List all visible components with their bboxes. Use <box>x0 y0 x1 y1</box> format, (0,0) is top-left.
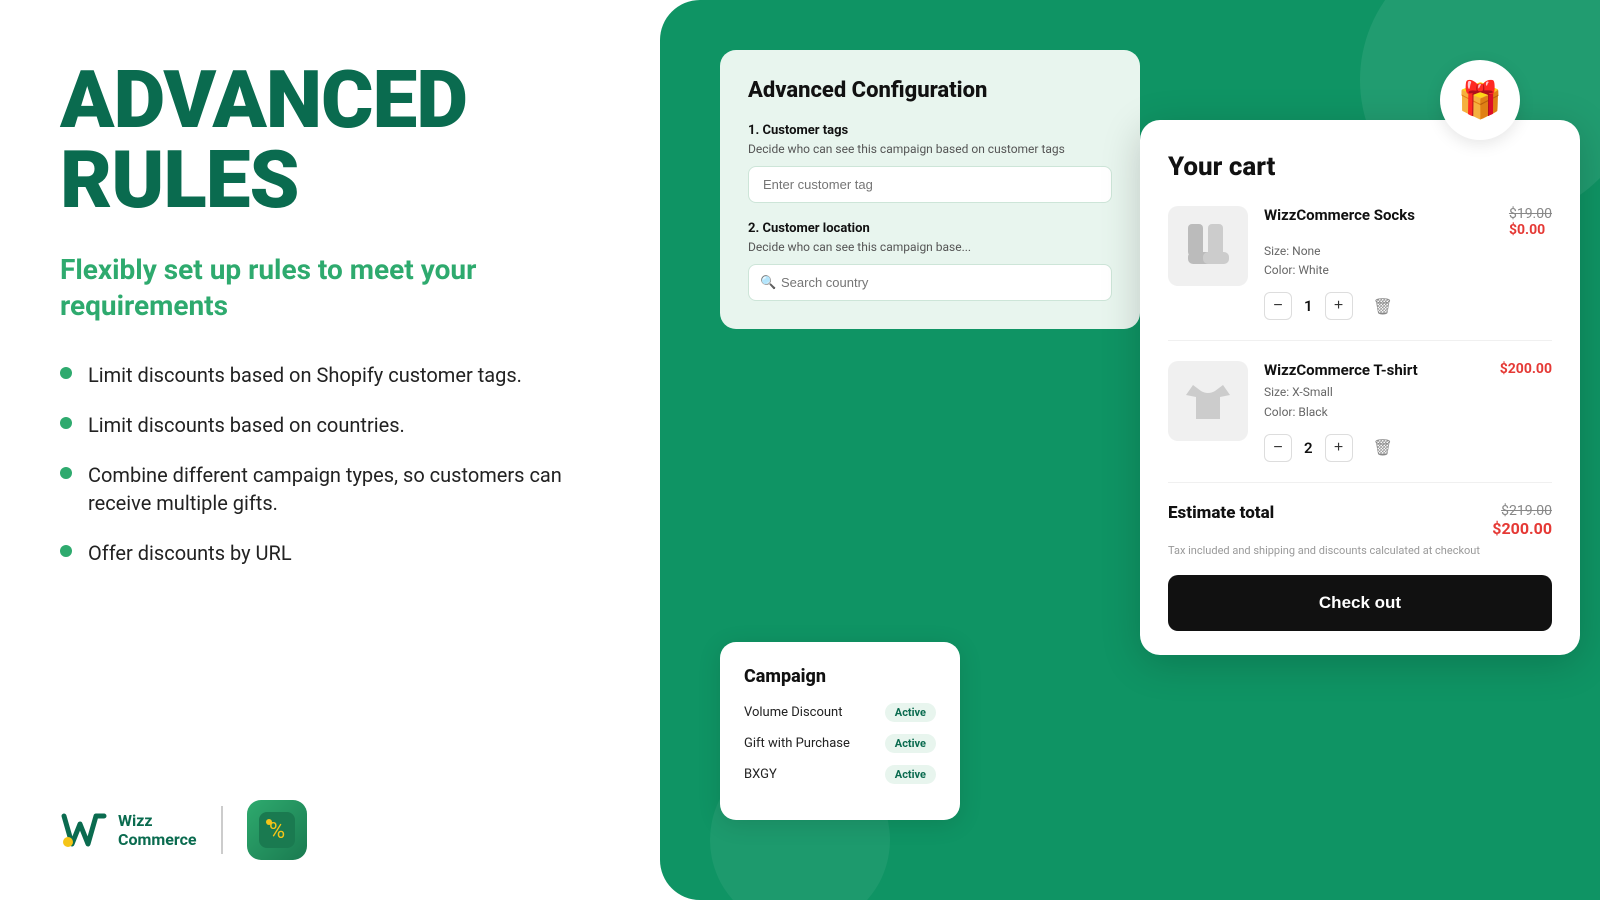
config-section2-desc: Decide who can see this campaign base... <box>748 240 1112 254</box>
list-item: Limit discounts based on countries. <box>60 411 600 439</box>
estimate-label: Estimate total <box>1168 503 1274 523</box>
campaign-badge-3: Active <box>885 765 936 784</box>
list-item: Limit discounts based on Shopify custome… <box>60 361 600 389</box>
estimate-orig-price: $219.00 <box>1492 503 1552 519</box>
cart-item-1-name-row: WizzCommerce Socks $19.00 $0.00 <box>1264 206 1552 238</box>
config-card: Advanced Configuration 1. Customer tags … <box>720 50 1140 329</box>
cart-item-1-disc-price: $0.00 <box>1509 222 1552 238</box>
cart-item-1-meta: Size: None Color: White <box>1264 242 1552 280</box>
cart-item-1-prices: $19.00 $0.00 <box>1509 206 1552 238</box>
cart-item-2-price: $200.00 <box>1500 361 1552 377</box>
campaign-name-1: Volume Discount <box>744 705 842 720</box>
config-section2-label: 2. Customer location <box>748 221 1112 236</box>
campaign-row-3: BXGY Active <box>744 765 936 784</box>
bullet-dot <box>60 417 72 429</box>
cart-item-2-meta: Size: X-Small Color: Black <box>1264 383 1552 421</box>
cart-item-2-controls: − 2 + 🗑 <box>1264 434 1552 462</box>
estimate-disc-price: $200.00 <box>1492 519 1552 538</box>
campaign-badge-1: Active <box>885 703 936 722</box>
cart-item-1-image <box>1168 206 1248 286</box>
estimate-prices: $219.00 $200.00 <box>1492 503 1552 538</box>
qty-2-display: 2 <box>1304 439 1313 457</box>
title-line2: RULES <box>60 133 299 227</box>
app-icon: % <box>247 800 307 860</box>
cart-item-1-orig-price: $19.00 <box>1509 206 1552 222</box>
footer: Wizz Commerce % <box>60 800 600 860</box>
campaign-row-1: Volume Discount Active <box>744 703 936 722</box>
cart-card: Your cart WizzCommerce Socks $19.00 $0.0… <box>1140 120 1580 655</box>
campaign-badge-2: Active <box>885 734 936 753</box>
cart-item-2-image <box>1168 361 1248 441</box>
cart-item-2-details: WizzCommerce T-shirt $200.00 Size: X-Sma… <box>1264 361 1552 461</box>
tax-note: Tax included and shipping and discounts … <box>1168 544 1552 557</box>
cart-item-1-details: WizzCommerce Socks $19.00 $0.00 Size: No… <box>1264 206 1552 320</box>
campaign-row-2: Gift with Purchase Active <box>744 734 936 753</box>
list-item: Combine different campaign types, so cus… <box>60 461 600 517</box>
right-panel: Advanced Configuration 1. Customer tags … <box>660 0 1600 900</box>
cart-item-2-name: WizzCommerce T-shirt <box>1264 361 1418 379</box>
subtitle: Flexibly set up rules to meet your requi… <box>60 252 600 325</box>
campaign-name-2: Gift with Purchase <box>744 736 850 751</box>
estimate-row: Estimate total $219.00 $200.00 <box>1168 503 1552 538</box>
wc-logo-text: Wizz Commerce <box>118 811 197 849</box>
cart-item-1-controls: − 1 + 🗑 <box>1264 292 1552 320</box>
search-icon: 🔍 <box>760 275 776 290</box>
config-section1-label: 1. Customer tags <box>748 123 1112 138</box>
cart-item-1: WizzCommerce Socks $19.00 $0.00 Size: No… <box>1168 206 1552 341</box>
wizzcommerce-logo: Wizz Commerce <box>60 810 197 850</box>
bullet-dot <box>60 367 72 379</box>
socks-image <box>1178 216 1238 276</box>
bullet-list: Limit discounts based on Shopify custome… <box>60 361 600 567</box>
decrease-qty-2-button[interactable]: − <box>1264 434 1292 462</box>
left-panel: ADVANCED RULES Flexibly set up rules to … <box>0 0 660 900</box>
cart-item-2-name-row: WizzCommerce T-shirt $200.00 <box>1264 361 1552 379</box>
left-content: ADVANCED RULES Flexibly set up rules to … <box>60 60 600 589</box>
percent-tag-icon: % <box>259 812 295 848</box>
bullet-dot <box>60 545 72 557</box>
bullet-dot <box>60 467 72 479</box>
cart-item-2: WizzCommerce T-shirt $200.00 Size: X-Sma… <box>1168 361 1552 482</box>
qty-1-display: 1 <box>1304 297 1313 315</box>
cart-item-1-name: WizzCommerce Socks <box>1264 206 1415 224</box>
country-search-wrap: 🔍 <box>748 264 1112 301</box>
decrease-qty-1-button[interactable]: − <box>1264 292 1292 320</box>
delete-item-1-icon[interactable]: 🗑 <box>1373 297 1393 316</box>
campaign-card: Campaign Volume Discount Active Gift wit… <box>720 642 960 820</box>
logo-divider <box>221 806 223 854</box>
w-logo-icon <box>60 810 108 850</box>
main-title: ADVANCED RULES <box>60 60 600 220</box>
campaign-name-3: BXGY <box>744 767 777 782</box>
cart-title: Your cart <box>1168 152 1552 182</box>
increase-qty-1-button[interactable]: + <box>1325 292 1353 320</box>
list-item: Offer discounts by URL <box>60 539 600 567</box>
config-section1-desc: Decide who can see this campaign based o… <box>748 142 1112 156</box>
gift-icon-circle: 🎁 <box>1440 60 1520 140</box>
config-card-title: Advanced Configuration <box>748 78 1112 103</box>
checkout-button[interactable]: Check out <box>1168 575 1552 631</box>
tshirt-image <box>1178 371 1238 431</box>
customer-tag-input[interactable] <box>748 166 1112 203</box>
delete-item-2-icon[interactable]: 🗑 <box>1373 438 1393 457</box>
campaign-card-title: Campaign <box>744 666 936 687</box>
country-search-input[interactable] <box>748 264 1112 301</box>
increase-qty-2-button[interactable]: + <box>1325 434 1353 462</box>
